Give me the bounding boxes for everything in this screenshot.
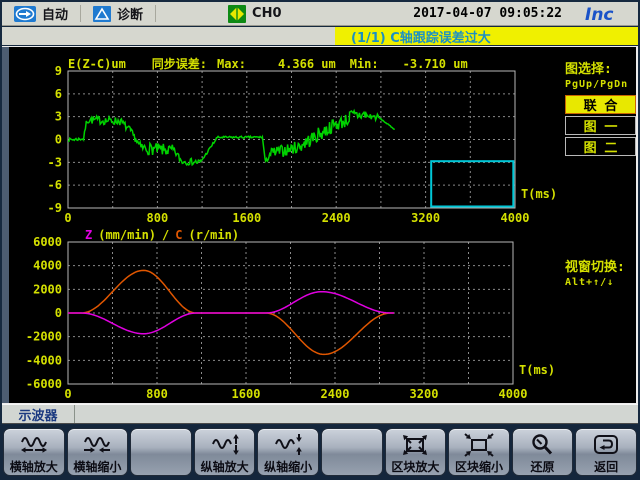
y-tick-label: -2000 <box>26 330 62 344</box>
softkey-block-zoom-in[interactable]: 区块放大 <box>385 428 447 476</box>
auto-mode-icon <box>14 6 36 22</box>
diagnosis-label: 诊断 <box>117 4 143 23</box>
softkey-back[interactable]: 返回 <box>575 428 637 476</box>
x-tick-label: 4000 <box>501 211 530 225</box>
softkey-label: 横轴放大 <box>10 460 58 475</box>
sidebar-option-chart-one[interactable]: 图 一 <box>565 116 636 135</box>
softkey-restore[interactable]: 还原 <box>512 428 574 476</box>
softkey-label: 还原 <box>531 460 555 475</box>
x-tick-label: 0 <box>64 387 71 401</box>
mode-button[interactable]: 自动 <box>2 2 80 25</box>
x-tick-label: 1600 <box>232 211 261 225</box>
x-tick-label: 2400 <box>321 387 350 401</box>
oscilloscope-charts[interactable]: 9630-3-6-908001600240032004000T(ms)60004… <box>2 47 629 401</box>
x-tick-label: 1600 <box>232 387 261 401</box>
mode-label: 自动 <box>42 4 68 23</box>
window-switch-keys: Alt+↑/↓ <box>565 277 636 288</box>
softkey-label: 纵轴放大 <box>201 460 249 475</box>
alarm-text: (1/1) C轴跟踪误差过大 <box>335 27 491 46</box>
y-tick-label: -9 <box>48 201 62 215</box>
chart-select-keys: PgUp/PgDn <box>565 79 636 90</box>
softkey-x-axis-zoom-out[interactable]: 横轴缩小 <box>67 428 129 476</box>
channel-icon <box>228 5 246 23</box>
magnifier-icon <box>528 433 558 457</box>
softkey-label: 横轴缩小 <box>73 460 121 475</box>
grid-lines <box>68 242 513 384</box>
top-status-bar: 自动 诊断 CH0 2017-04-07 09:05:22 Inc <box>2 2 638 26</box>
x-axis-label: T(ms) <box>521 187 557 201</box>
block-expand-icon <box>400 433 430 457</box>
wave-h-shrink-icon <box>82 433 112 457</box>
wave-v-shrink-icon <box>273 433 303 457</box>
y-tick-label: -6 <box>48 178 62 192</box>
datetime-display: 2017-04-07 09:05:22 <box>413 6 562 21</box>
y-tick-label: -3 <box>48 155 62 169</box>
y-tick-label: -6000 <box>26 377 62 391</box>
trace-E(Z-C) <box>68 111 395 165</box>
alarm-banner: (1/1) C轴跟踪误差过大 <box>335 27 638 45</box>
hnc-logo: Inc <box>584 5 626 23</box>
y-tick-label: 9 <box>55 64 62 78</box>
y-tick-label: 0 <box>55 306 62 320</box>
x-tick-label: 800 <box>146 387 168 401</box>
bottom-tab-bar: 示波器 <box>2 404 638 424</box>
x-tick-label: 0 <box>64 211 71 225</box>
x-tick-label: 4000 <box>499 387 528 401</box>
diagnosis-icon <box>93 6 111 22</box>
wave-v-expand-icon <box>210 433 240 457</box>
logo-text: Inc <box>585 5 614 23</box>
softkey-label: 区块缩小 <box>455 460 503 475</box>
softkey-block-zoom-out[interactable]: 区块缩小 <box>448 428 510 476</box>
y-tick-label: 6 <box>55 87 62 101</box>
softkey-y-axis-zoom-in[interactable]: 纵轴放大 <box>194 428 256 476</box>
tab-oscilloscope[interactable]: 示波器 <box>2 405 75 423</box>
x-tick-label: 2400 <box>322 211 351 225</box>
x-axis-label: T(ms) <box>519 363 555 377</box>
sync-error-chart: 9630-3-6-908001600240032004000T(ms) <box>48 64 558 225</box>
oscilloscope-panel: E(Z-C)um同步误差:Max:4.366 umMin:-3.710 um Z… <box>2 46 638 404</box>
wave-h-expand-icon <box>19 433 49 457</box>
topbar-divider <box>155 5 156 22</box>
zoom-selection-box[interactable] <box>431 161 513 206</box>
y-tick-label: 0 <box>55 133 62 147</box>
softkey-y-axis-zoom-out[interactable]: 纵轴缩小 <box>257 428 319 476</box>
message-bar: (1/1) C轴跟踪误差过大 <box>2 27 638 45</box>
sidebar-option-combined[interactable]: 联 合 <box>565 95 636 114</box>
x-tick-label: 3200 <box>410 387 439 401</box>
diagnosis-button[interactable]: 诊断 <box>81 2 155 25</box>
window-switch-title: 视窗切换: <box>565 256 636 275</box>
softkey-x-axis-zoom-in[interactable]: 横轴放大 <box>3 428 65 476</box>
channel-indicator: CH0 <box>216 2 293 25</box>
channel-label: CH0 <box>252 6 281 21</box>
return-arrow-icon <box>591 433 621 457</box>
sidebar-option-chart-two[interactable]: 图 二 <box>565 137 636 156</box>
cnc-oscilloscope-screen: 自动 诊断 CH0 2017-04-07 09:05:22 Inc <box>0 0 640 480</box>
softkey-label: 区块放大 <box>391 460 439 475</box>
softkey-label: 纵轴缩小 <box>264 460 312 475</box>
block-shrink-icon <box>464 433 494 457</box>
chart-select-options: 联 合图 一图 二 <box>565 95 636 156</box>
velocity-chart: 6000400020000-2000-4000-6000080016002400… <box>26 235 555 401</box>
softkey-label: 返回 <box>594 460 618 475</box>
right-sidebar: 图选择: PgUp/PgDn 联 合图 一图 二 视窗切换: Alt+↑/↓ <box>565 58 636 293</box>
chart-select-title: 图选择: <box>565 58 636 77</box>
y-tick-label: 4000 <box>33 259 62 273</box>
softkey-empty-1[interactable] <box>130 428 192 476</box>
y-tick-label: 6000 <box>33 235 62 249</box>
y-tick-label: 2000 <box>33 282 62 296</box>
softkey-empty-2[interactable] <box>321 428 383 476</box>
softkey-toolbar: 横轴放大横轴缩小 纵轴放大纵轴缩小 区块放大 区块缩小 还原 返回 <box>0 425 640 480</box>
y-tick-label: 3 <box>55 110 62 124</box>
trace-Z <box>68 292 394 334</box>
x-tick-label: 800 <box>147 211 169 225</box>
y-tick-label: -4000 <box>26 353 62 367</box>
x-tick-label: 3200 <box>411 211 440 225</box>
